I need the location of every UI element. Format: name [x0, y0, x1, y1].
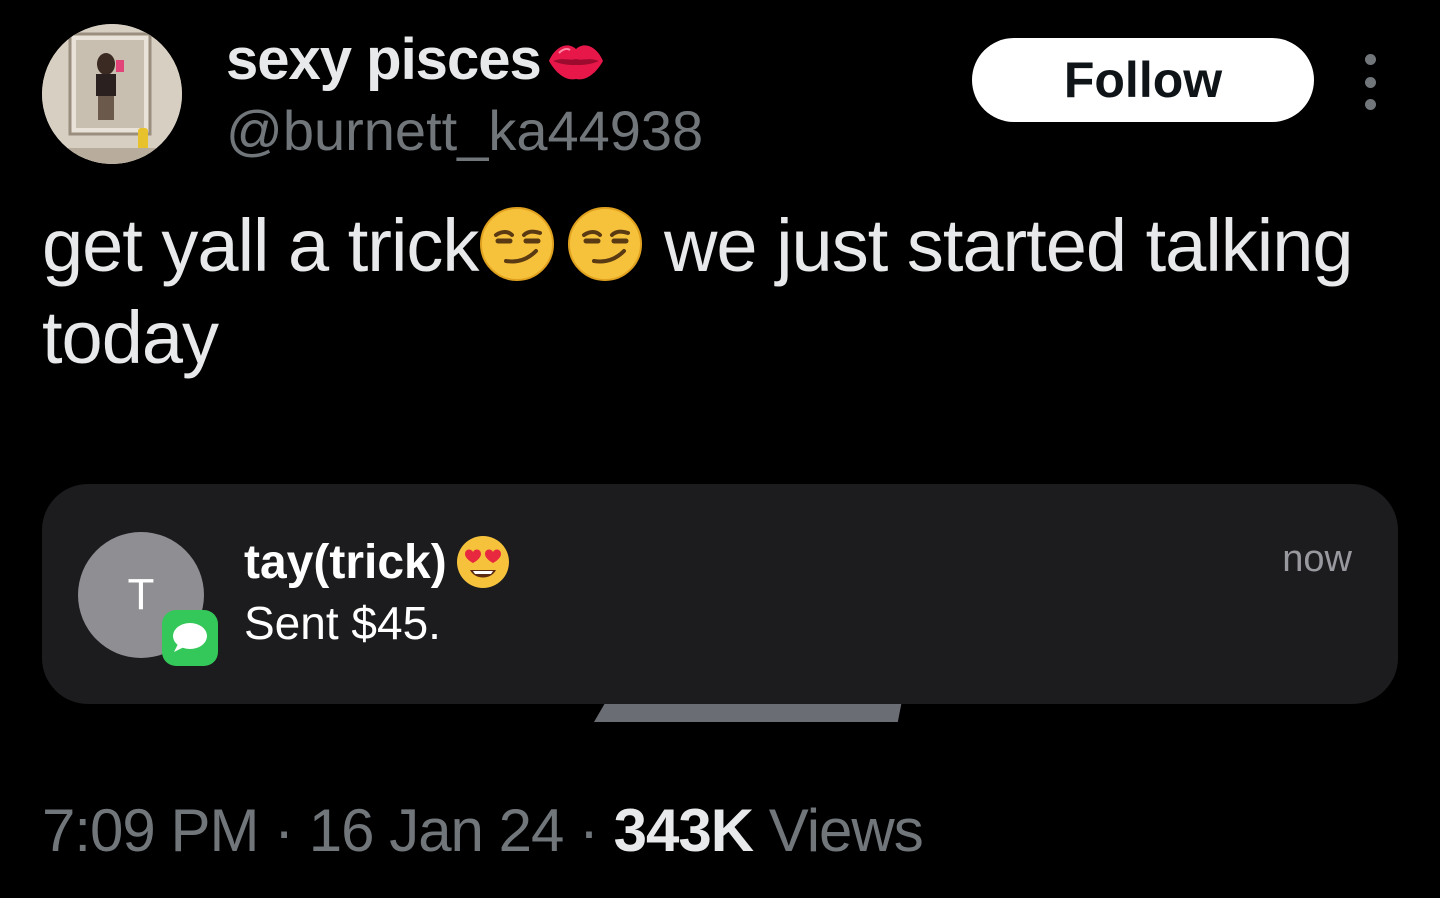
author-display-name[interactable]: sexy pisces — [226, 26, 607, 93]
views-count[interactable]: 343K — [614, 797, 754, 864]
author-handle[interactable]: @burnett_ka44938 — [226, 98, 703, 163]
tweet-text: get yall a trick we just started talking… — [42, 200, 1382, 384]
sender-name: tay(trick) — [244, 535, 447, 589]
notification-sender: tay(trick) — [244, 534, 511, 590]
notification-time: now — [1282, 538, 1352, 580]
views-label: Views — [768, 797, 924, 864]
tweet-text-part1: get yall a trick — [42, 204, 479, 287]
more-dot — [1364, 99, 1376, 110]
notification-body: Sent $45. — [244, 597, 441, 649]
messages-icon — [162, 610, 218, 666]
smirking-face-emoji — [568, 207, 643, 281]
smirking-face-emoji — [480, 207, 555, 281]
tweet-image-notification[interactable]: T tay(trick) Sent $45. now — [42, 484, 1398, 704]
more-dot — [1364, 54, 1376, 65]
meta-separator: · — [258, 797, 309, 864]
heart-eyes-emoji — [456, 536, 509, 588]
lips-icon — [548, 44, 603, 79]
tweet-time[interactable]: 7:09 PM — [42, 797, 259, 864]
more-dot — [1364, 76, 1376, 88]
author-name-text: sexy pisces — [226, 27, 542, 92]
more-options-icon[interactable] — [1350, 54, 1390, 110]
meta-separator: · — [563, 797, 614, 864]
tweet-date[interactable]: 16 Jan 24 — [309, 797, 565, 864]
author-avatar[interactable] — [42, 24, 182, 164]
follow-button[interactable]: Follow — [972, 38, 1314, 122]
tweet-meta: 7:09 PM · 16 Jan 24 · 343K Views — [42, 796, 924, 865]
